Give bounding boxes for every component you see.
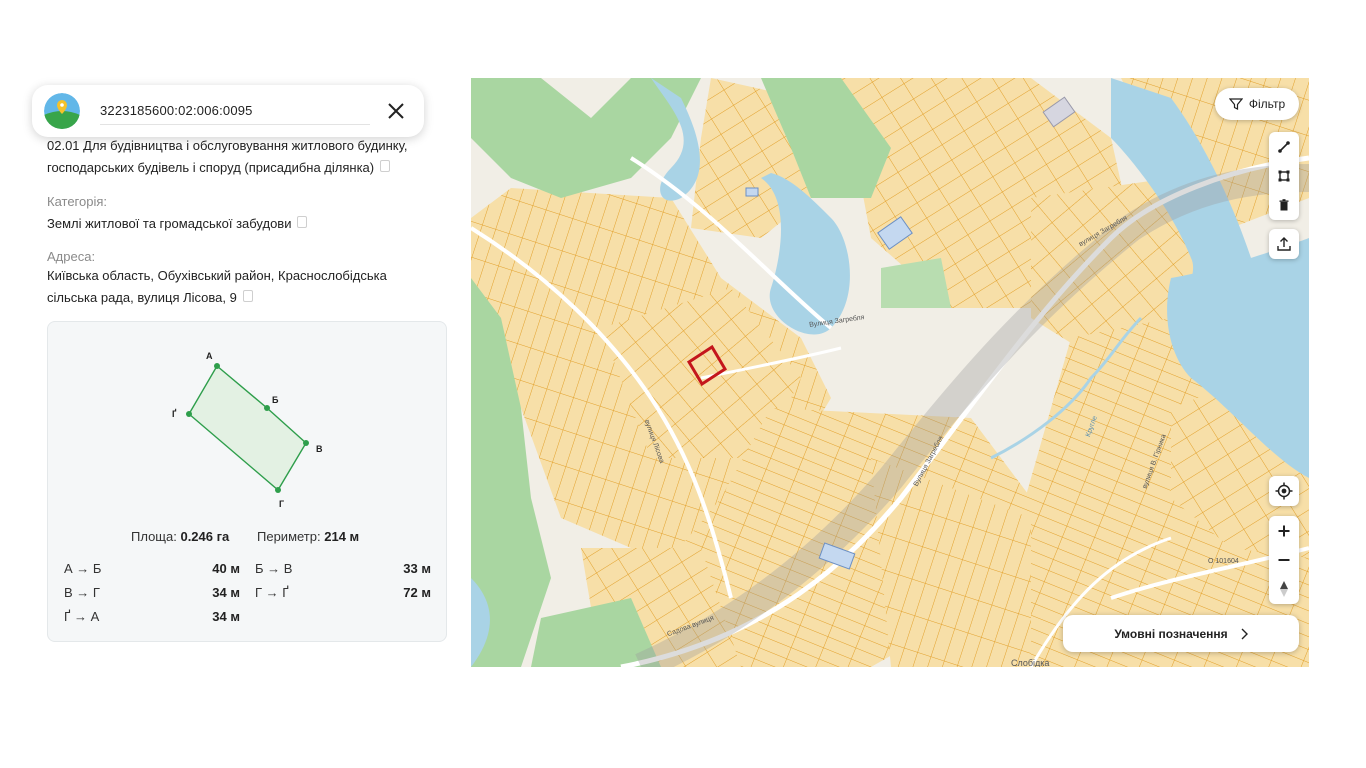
filter-label: Фільтр <box>1248 97 1286 111</box>
search-bar[interactable]: 3223185600:02:006:0095 <box>32 85 424 137</box>
close-button[interactable] <box>382 97 410 125</box>
legend-label: Умовні позначення <box>1114 626 1228 641</box>
clipped-text-top <box>115 75 435 78</box>
locate-icon <box>1275 482 1293 500</box>
perimeter-summary: Периметр: 214 м <box>257 529 360 544</box>
zoom-in-button[interactable] <box>1269 516 1299 545</box>
area-value: 0.246 га <box>180 529 230 544</box>
purpose-text: 02.01 Для будівництва і обслуговування ж… <box>47 135 407 179</box>
vertex-label-a: А <box>206 351 213 361</box>
legend-button[interactable]: Умовні позначення <box>1063 615 1299 652</box>
vertex-label-v: В <box>316 444 323 454</box>
search-input[interactable]: 3223185600:02:006:0095 <box>100 103 253 118</box>
segment-value: 34 м <box>212 609 240 624</box>
share-button[interactable] <box>1269 229 1299 259</box>
zoom-in-icon <box>1278 525 1290 536</box>
vertex-b <box>264 405 270 411</box>
locate-button[interactable] <box>1269 476 1299 506</box>
vertex-label-g: Ґ <box>172 408 177 419</box>
segment-label: В → Г <box>64 585 100 600</box>
cadastral-map[interactable]: Вулиця Загребля вулиця Загребля Вулиця З… <box>471 78 1309 667</box>
copy-icon[interactable] <box>297 215 308 228</box>
address-label: Адреса: <box>47 249 96 264</box>
chevron-right-icon <box>1241 628 1248 639</box>
vertex-a <box>214 363 220 369</box>
address-value: Київська область, Обухівський район, Кра… <box>47 265 387 309</box>
purpose-line-1: 02.01 Для будівництва і обслуговування ж… <box>47 138 408 153</box>
filter-icon <box>1228 98 1243 110</box>
segment-value: 40 м <box>212 561 240 576</box>
polygon-icon <box>1278 170 1290 181</box>
category-label: Категорія: <box>47 194 108 209</box>
area-summary: Площа: 0.246 га <box>131 529 230 544</box>
vertex-h <box>275 487 281 493</box>
category-value: Землі житлової та громадської забудови <box>47 213 308 235</box>
perimeter-value: 214 м <box>324 529 360 544</box>
polygon-button[interactable] <box>1269 161 1299 190</box>
close-icon <box>388 103 404 119</box>
segment-value: 33 м <box>403 561 431 576</box>
vertex-g <box>186 411 192 417</box>
segment-label: Ґ → А <box>64 609 100 624</box>
search-underline <box>100 124 370 125</box>
segment-label: Б → В <box>255 561 293 576</box>
address-line-1: Київська область, Обухівський район, Кра… <box>47 268 387 283</box>
parcel-info-panel: 3223185600:02:006:0095 02.01 Для будівни… <box>30 75 460 665</box>
zoom-controls <box>1269 516 1299 604</box>
segment-label: А → Б <box>64 561 102 576</box>
copy-icon[interactable] <box>380 159 391 172</box>
copy-icon[interactable] <box>242 289 253 302</box>
zoom-out-icon <box>1278 558 1290 561</box>
purpose-line-2: господарських будівель і споруд (присади… <box>47 160 375 175</box>
filter-button[interactable]: Фільтр <box>1215 88 1299 120</box>
category-text: Землі житлової та громадської забудови <box>47 216 292 231</box>
segment-label: Г → Ґ <box>255 585 289 600</box>
segment-value: 72 м <box>403 585 431 600</box>
street-label: О 101604 <box>1208 558 1239 565</box>
zoom-out-button[interactable] <box>1269 545 1299 574</box>
map-canvas[interactable] <box>471 78 1309 667</box>
street-label: Слобідка <box>1011 658 1050 667</box>
compass-icon <box>1280 580 1288 597</box>
app-logo-icon <box>44 93 80 129</box>
vertex-label-b: Б <box>272 395 279 405</box>
share-icon <box>1277 237 1291 251</box>
ruler-button[interactable] <box>1269 132 1299 161</box>
address-line-2: сільська рада, вулиця Лісова, 9 <box>47 290 237 305</box>
vertex-v <box>303 440 309 446</box>
trash-button[interactable] <box>1269 190 1299 219</box>
parcel-shape-diagram: А Б В Ґ Г <box>172 351 323 509</box>
vertex-label-h: Г <box>279 499 284 509</box>
compass-button[interactable] <box>1269 574 1299 603</box>
ruler-icon <box>1278 140 1290 153</box>
segment-value: 34 м <box>212 585 240 600</box>
parcel-shape-card: А Б В Ґ Г Площа: 0.246 га Периметр: 214 … <box>47 321 447 642</box>
draw-tools <box>1269 132 1299 220</box>
trash-icon <box>1279 198 1289 210</box>
